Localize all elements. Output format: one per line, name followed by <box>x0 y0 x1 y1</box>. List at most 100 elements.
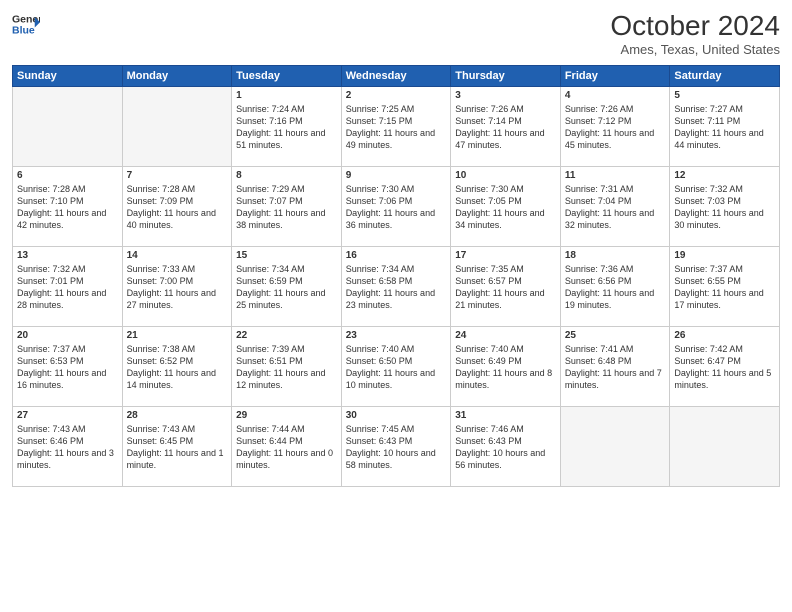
day-number: 31 <box>455 410 556 421</box>
calendar-cell <box>122 87 232 167</box>
calendar-cell: 29 Sunrise: 7:44 AM Sunset: 6:44 PM Dayli… <box>232 407 342 487</box>
calendar-cell: 17 Sunrise: 7:35 AM Sunset: 6:57 PM Dayli… <box>451 247 561 327</box>
cell-content: Sunrise: 7:36 AM Sunset: 6:56 PM Dayligh… <box>565 263 666 312</box>
day-number: 24 <box>455 330 556 341</box>
day-number: 6 <box>17 170 118 181</box>
cell-content: Sunrise: 7:40 AM Sunset: 6:50 PM Dayligh… <box>346 343 447 392</box>
calendar-cell: 11Sunrise: 7:31 AM Sunset: 7:04 PM Dayli… <box>560 167 670 247</box>
header: General Blue October 2024 Ames, Texas, U… <box>12 10 780 57</box>
cell-content: Sunrise: 7:32 AM Sunset: 7:01 PM Dayligh… <box>17 263 118 312</box>
day-number: 15 <box>236 250 337 261</box>
calendar-cell <box>13 87 123 167</box>
calendar-cell: 12 Sunrise: 7:32 AM Sunset: 7:03 PM Dayli… <box>670 167 780 247</box>
day-number: 3 <box>455 90 556 101</box>
calendar-cell: 9Sunrise: 7:30 AM Sunset: 7:06 PM Daylig… <box>341 167 451 247</box>
calendar-cell: 13 Sunrise: 7:32 AM Sunset: 7:01 PM Dayli… <box>13 247 123 327</box>
day-number: 11 <box>565 170 666 181</box>
location: Ames, Texas, United States <box>610 42 780 57</box>
cell-content: Sunrise: 7:40 AM Sunset: 6:49 PM Dayligh… <box>455 343 556 392</box>
cell-content: Sunrise: 7:25 AM Sunset: 7:15 PM Dayligh… <box>346 103 447 152</box>
day-header-tuesday: Tuesday <box>232 66 342 87</box>
cell-content: Sunrise: 7:39 AM Sunset: 6:51 PM Dayligh… <box>236 343 337 392</box>
cell-content: Sunrise: 7:43 AM Sunset: 6:46 PM Dayligh… <box>17 423 118 472</box>
day-number: 9 <box>346 170 447 181</box>
cell-content: Sunrise: 7:42 AM Sunset: 6:47 PM Dayligh… <box>674 343 775 392</box>
day-number: 16 <box>346 250 447 261</box>
calendar-cell <box>670 407 780 487</box>
month-title: October 2024 <box>610 10 780 42</box>
day-number: 18 <box>565 250 666 261</box>
day-number: 2 <box>346 90 447 101</box>
day-number: 20 <box>17 330 118 341</box>
cell-content: Sunrise: 7:34 AM Sunset: 6:58 PM Dayligh… <box>346 263 447 312</box>
day-number: 17 <box>455 250 556 261</box>
cell-content: Sunrise: 7:27 AM Sunset: 7:11 PM Dayligh… <box>674 103 775 152</box>
calendar-cell: 22Sunrise: 7:39 AM Sunset: 6:51 PM Dayli… <box>232 327 342 407</box>
cell-content: Sunrise: 7:35 AM Sunset: 6:57 PM Dayligh… <box>455 263 556 312</box>
cell-content: Sunrise: 7:44 AM Sunset: 6:44 PM Dayligh… <box>236 423 337 472</box>
day-header-friday: Friday <box>560 66 670 87</box>
logo: General Blue <box>12 10 40 38</box>
cell-content: Sunrise: 7:28 AM Sunset: 7:10 PM Dayligh… <box>17 183 118 232</box>
day-number: 12 <box>674 170 775 181</box>
calendar-cell: 10Sunrise: 7:30 AM Sunset: 7:05 PM Dayli… <box>451 167 561 247</box>
day-number: 29 <box>236 410 337 421</box>
cell-content: Sunrise: 7:37 AM Sunset: 6:55 PM Dayligh… <box>674 263 775 312</box>
calendar-cell: 1Sunrise: 7:24 AM Sunset: 7:16 PM Daylig… <box>232 87 342 167</box>
calendar-cell: 26 Sunrise: 7:42 AM Sunset: 6:47 PM Dayli… <box>670 327 780 407</box>
calendar-cell: 19 Sunrise: 7:37 AM Sunset: 6:55 PM Dayli… <box>670 247 780 327</box>
calendar-cell: 15Sunrise: 7:34 AM Sunset: 6:59 PM Dayli… <box>232 247 342 327</box>
calendar-cell: 5 Sunrise: 7:27 AM Sunset: 7:11 PM Daylig… <box>670 87 780 167</box>
calendar-cell: 4 Sunrise: 7:26 AM Sunset: 7:12 PM Daylig… <box>560 87 670 167</box>
day-header-wednesday: Wednesday <box>341 66 451 87</box>
cell-content: Sunrise: 7:24 AM Sunset: 7:16 PM Dayligh… <box>236 103 337 152</box>
calendar-cell: 28 Sunrise: 7:43 AM Sunset: 6:45 PM Dayli… <box>122 407 232 487</box>
main-container: General Blue October 2024 Ames, Texas, U… <box>0 0 792 495</box>
day-number: 28 <box>127 410 228 421</box>
calendar-table: SundayMondayTuesdayWednesdayThursdayFrid… <box>12 65 780 487</box>
day-number: 13 <box>17 250 118 261</box>
day-number: 7 <box>127 170 228 181</box>
cell-content: Sunrise: 7:26 AM Sunset: 7:12 PM Dayligh… <box>565 103 666 152</box>
calendar-cell: 27 Sunrise: 7:43 AM Sunset: 6:46 PM Dayli… <box>13 407 123 487</box>
calendar-cell: 18 Sunrise: 7:36 AM Sunset: 6:56 PM Dayli… <box>560 247 670 327</box>
day-header-monday: Monday <box>122 66 232 87</box>
day-header-sunday: Sunday <box>13 66 123 87</box>
day-header-thursday: Thursday <box>451 66 561 87</box>
header-row: SundayMondayTuesdayWednesdayThursdayFrid… <box>13 66 780 87</box>
cell-content: Sunrise: 7:28 AM Sunset: 7:09 PM Dayligh… <box>127 183 228 232</box>
day-number: 21 <box>127 330 228 341</box>
cell-content: Sunrise: 7:46 AM Sunset: 6:43 PM Dayligh… <box>455 423 556 472</box>
week-row-1: 1Sunrise: 7:24 AM Sunset: 7:16 PM Daylig… <box>13 87 780 167</box>
day-number: 4 <box>565 90 666 101</box>
calendar-cell: 25Sunrise: 7:41 AM Sunset: 6:48 PM Dayli… <box>560 327 670 407</box>
logo-icon: General Blue <box>12 10 40 38</box>
cell-content: Sunrise: 7:38 AM Sunset: 6:52 PM Dayligh… <box>127 343 228 392</box>
calendar-cell: 30Sunrise: 7:45 AM Sunset: 6:43 PM Dayli… <box>341 407 451 487</box>
cell-content: Sunrise: 7:26 AM Sunset: 7:14 PM Dayligh… <box>455 103 556 152</box>
cell-content: Sunrise: 7:37 AM Sunset: 6:53 PM Dayligh… <box>17 343 118 392</box>
day-header-saturday: Saturday <box>670 66 780 87</box>
cell-content: Sunrise: 7:29 AM Sunset: 7:07 PM Dayligh… <box>236 183 337 232</box>
calendar-cell: 7 Sunrise: 7:28 AM Sunset: 7:09 PM Daylig… <box>122 167 232 247</box>
calendar-cell: 6 Sunrise: 7:28 AM Sunset: 7:10 PM Daylig… <box>13 167 123 247</box>
calendar-cell: 23 Sunrise: 7:40 AM Sunset: 6:50 PM Dayli… <box>341 327 451 407</box>
week-row-2: 6 Sunrise: 7:28 AM Sunset: 7:10 PM Daylig… <box>13 167 780 247</box>
calendar-cell: 31 Sunrise: 7:46 AM Sunset: 6:43 PM Dayli… <box>451 407 561 487</box>
week-row-4: 20 Sunrise: 7:37 AM Sunset: 6:53 PM Dayli… <box>13 327 780 407</box>
calendar-cell: 16 Sunrise: 7:34 AM Sunset: 6:58 PM Dayli… <box>341 247 451 327</box>
day-number: 19 <box>674 250 775 261</box>
cell-content: Sunrise: 7:43 AM Sunset: 6:45 PM Dayligh… <box>127 423 228 472</box>
day-number: 5 <box>674 90 775 101</box>
cell-content: Sunrise: 7:30 AM Sunset: 7:05 PM Dayligh… <box>455 183 556 232</box>
day-number: 30 <box>346 410 447 421</box>
day-number: 26 <box>674 330 775 341</box>
day-number: 23 <box>346 330 447 341</box>
calendar-cell <box>560 407 670 487</box>
calendar-cell: 24 Sunrise: 7:40 AM Sunset: 6:49 PM Dayli… <box>451 327 561 407</box>
calendar-cell: 3 Sunrise: 7:26 AM Sunset: 7:14 PM Daylig… <box>451 87 561 167</box>
calendar-cell: 20 Sunrise: 7:37 AM Sunset: 6:53 PM Dayli… <box>13 327 123 407</box>
day-number: 27 <box>17 410 118 421</box>
cell-content: Sunrise: 7:32 AM Sunset: 7:03 PM Dayligh… <box>674 183 775 232</box>
week-row-3: 13 Sunrise: 7:32 AM Sunset: 7:01 PM Dayli… <box>13 247 780 327</box>
